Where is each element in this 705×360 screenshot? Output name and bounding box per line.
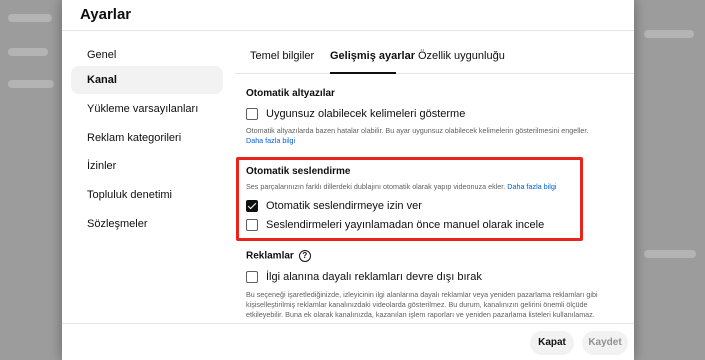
sidebar-item-kanal[interactable]: Kanal: [71, 66, 223, 94]
ads-title-text: Reklamlar: [246, 250, 294, 262]
backdrop-blur: [8, 80, 54, 88]
footer-divider: [62, 323, 634, 324]
sidebar-item-permissions[interactable]: İzinler: [71, 152, 223, 180]
advanced-settings-panel: Otomatik altyazılar Uygunsuz olabilecek …: [246, 76, 634, 324]
active-tab-indicator: [330, 72, 396, 74]
ads-description-line-3: etkileyebilir. Buna ek olarak kanalınızd…: [246, 310, 595, 319]
help-icon[interactable]: ?: [298, 250, 311, 262]
checkbox-label: İlgi alanına dayalı reklamları devre dış…: [266, 271, 482, 283]
checkbox-label: Uygunsuz olabilecek kelimeleri gösterme: [266, 108, 466, 120]
checkbox-box-checked[interactable]: [246, 200, 258, 212]
subtitles-learn-more-link[interactable]: Daha fazla bilgi: [246, 136, 295, 145]
close-button[interactable]: Kapat: [530, 331, 574, 355]
dubbing-description: Ses parçalarınızın farklı dillerdeki dub…: [246, 182, 506, 191]
backdrop-blur: [8, 14, 52, 22]
tab-basic-info[interactable]: Temel bilgiler: [250, 50, 314, 62]
checkbox-label: Seslendirmeleri yayınlamadan önce manuel…: [266, 219, 545, 231]
ads-description-line-1: Bu seçeneği işaretlediğinizde, izleyicin…: [246, 290, 598, 299]
save-button[interactable]: Kaydet: [582, 331, 628, 355]
disable-interest-ads-checkbox[interactable]: İlgi alanına dayalı reklamları devre dış…: [246, 271, 482, 283]
sidebar-item-ad-categories[interactable]: Reklam kategorileri: [71, 124, 223, 152]
ads-section-title: Reklamlar?: [246, 250, 311, 262]
dialog-title: Ayarlar: [80, 6, 132, 23]
dubbing-description-line: Ses parçalarınızın farklı dillerdeki dub…: [246, 182, 556, 192]
tab-feature-eligibility[interactable]: Özellik uygunluğu: [418, 50, 505, 62]
sidebar-item-genel[interactable]: Genel: [71, 41, 223, 69]
sidebar-item-community-moderation[interactable]: Topluluk denetimi: [71, 181, 223, 209]
sidebar-item-agreements[interactable]: Sözleşmeler: [71, 210, 223, 238]
checkbox-box[interactable]: [246, 108, 258, 120]
title-divider: [62, 30, 634, 31]
subtitles-learn-more-wrap: Daha fazla bilgi: [246, 136, 295, 146]
dubbing-section-title: Otomatik seslendirme: [246, 166, 351, 177]
backdrop-blur: [644, 250, 696, 258]
subtitles-section-title: Otomatik altyazılar: [246, 88, 335, 99]
manual-review-dubs-checkbox[interactable]: Seslendirmeleri yayınlamadan önce manuel…: [246, 219, 544, 231]
hide-inappropriate-words-checkbox[interactable]: Uygunsuz olabilecek kelimeleri gösterme: [246, 108, 465, 120]
settings-dialog: Ayarlar Genel Kanal Yükleme varsayılanla…: [62, 0, 634, 360]
backdrop-blur: [8, 48, 48, 56]
subtitles-description: Otomatik altyazılarda bazen hatalar olab…: [246, 126, 589, 135]
tab-advanced-settings[interactable]: Gelişmiş ayarlar: [330, 50, 415, 62]
checkbox-label: Otomatik seslendirmeye izin ver: [266, 200, 422, 212]
settings-tabs: Temel bilgiler Gelişmiş ayarlar Özellik …: [235, 40, 634, 74]
dubbing-learn-more-link[interactable]: Daha fazla bilgi: [507, 182, 556, 191]
checkbox-box[interactable]: [246, 219, 258, 231]
backdrop-blur: [644, 30, 694, 38]
ads-description-line-2: kişiselleştirilmiş reklamlar kanalınızda…: [246, 300, 588, 309]
allow-auto-dubbing-checkbox[interactable]: Otomatik seslendirmeye izin ver: [246, 200, 422, 212]
sidebar-item-upload-defaults[interactable]: Yükleme varsayılanları: [71, 95, 223, 123]
checkbox-box[interactable]: [246, 271, 258, 283]
